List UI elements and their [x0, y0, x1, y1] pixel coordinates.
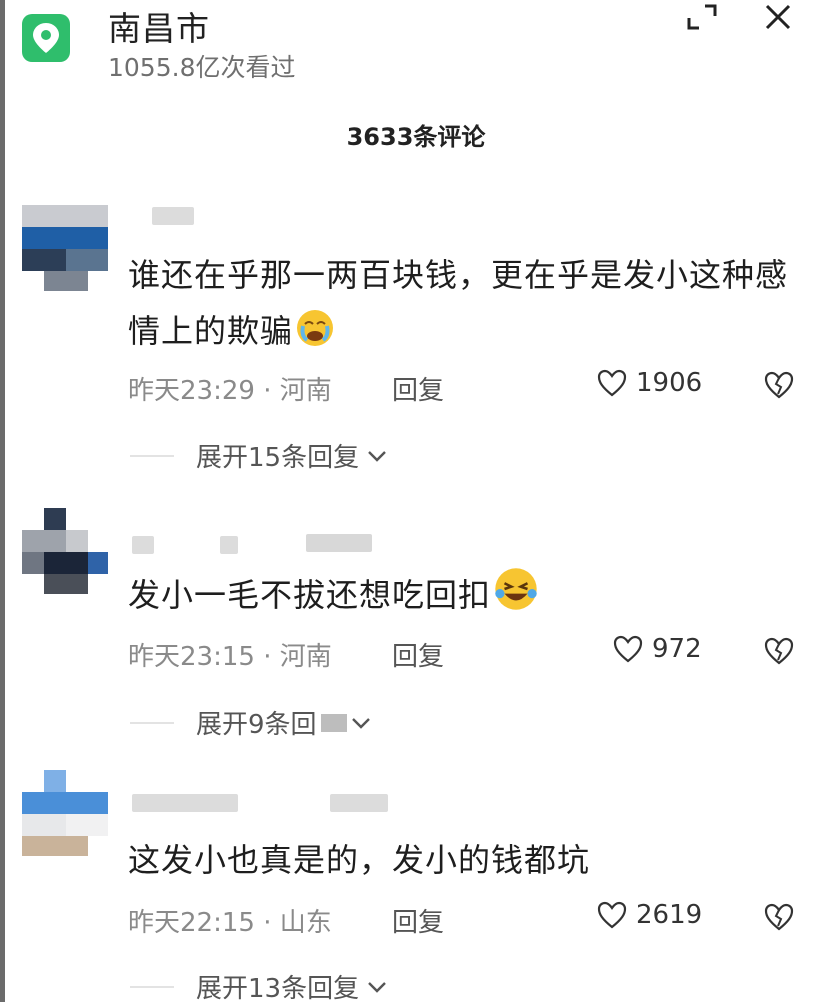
comment-text: 发小一毛不拔还想吃回扣 — [128, 566, 798, 623]
like-count: 1906 — [636, 368, 703, 398]
reply-button[interactable]: 回复 — [392, 902, 444, 939]
reply-button[interactable]: 回复 — [392, 370, 444, 407]
location-title[interactable]: 南昌市 — [108, 2, 210, 50]
blurred-region — [320, 713, 347, 732]
broken-heart-icon — [764, 371, 794, 399]
avatar[interactable] — [22, 508, 108, 594]
username-blur — [330, 794, 388, 812]
dislike-button[interactable] — [762, 370, 796, 404]
broken-heart-icon — [764, 903, 794, 931]
heart-icon — [597, 369, 627, 397]
expand-replies-button[interactable]: 展开9条回 — [130, 704, 373, 741]
like-button[interactable]: 2619 — [596, 900, 702, 930]
divider-line — [130, 454, 174, 457]
comment-meta: 昨天23:15 · 河南 — [128, 642, 332, 672]
username-blur — [220, 536, 238, 554]
reply-button[interactable]: 回复 — [392, 636, 444, 673]
dislike-button[interactable] — [762, 902, 796, 936]
broken-heart-icon — [764, 637, 794, 665]
avatar[interactable] — [22, 770, 108, 856]
chevron-down-icon — [351, 717, 370, 729]
chevron-down-icon — [368, 450, 386, 462]
like-button[interactable]: 1906 — [596, 368, 702, 398]
user-badge — [306, 534, 372, 552]
username[interactable] — [132, 536, 154, 554]
comments-count-title: 3633条评论 — [346, 123, 486, 151]
location-header: 南昌市 1055.8亿次看过 — [0, 0, 832, 100]
expand-replies-button[interactable]: 展开13条回复 — [130, 968, 389, 1005]
comment-meta: 昨天23:29 · 河南 — [128, 376, 332, 406]
like-button[interactable]: 972 — [612, 634, 702, 664]
divider-line — [130, 985, 174, 988]
username[interactable] — [132, 794, 238, 812]
comment-text: 这发小也真是的，发小的钱都坑 — [128, 841, 591, 879]
like-count: 972 — [652, 634, 702, 664]
expand-replies-button[interactable]: 展开15条回复 — [130, 437, 389, 474]
close-icon[interactable] — [758, 0, 798, 34]
location-pin-icon[interactable] — [22, 14, 70, 62]
username[interactable] — [152, 207, 194, 225]
chevron-down-icon — [368, 981, 386, 993]
comment-text: 谁还在乎那一两百块钱，更在乎是发小这种感情上的欺骗 — [128, 256, 789, 350]
like-count: 2619 — [636, 900, 703, 930]
laughing-tears-emoji-icon — [495, 568, 537, 610]
view-count: 1055.8亿次看过 — [108, 53, 296, 82]
minimize-icon[interactable] — [682, 0, 722, 34]
avatar[interactable] — [22, 205, 108, 291]
comment-meta: 昨天22:15 · 山东 — [128, 908, 332, 938]
heart-icon — [613, 635, 643, 663]
heart-icon — [597, 901, 627, 929]
divider-line — [130, 721, 174, 724]
dislike-button[interactable] — [762, 636, 796, 670]
crying-emoji-icon — [297, 310, 334, 346]
